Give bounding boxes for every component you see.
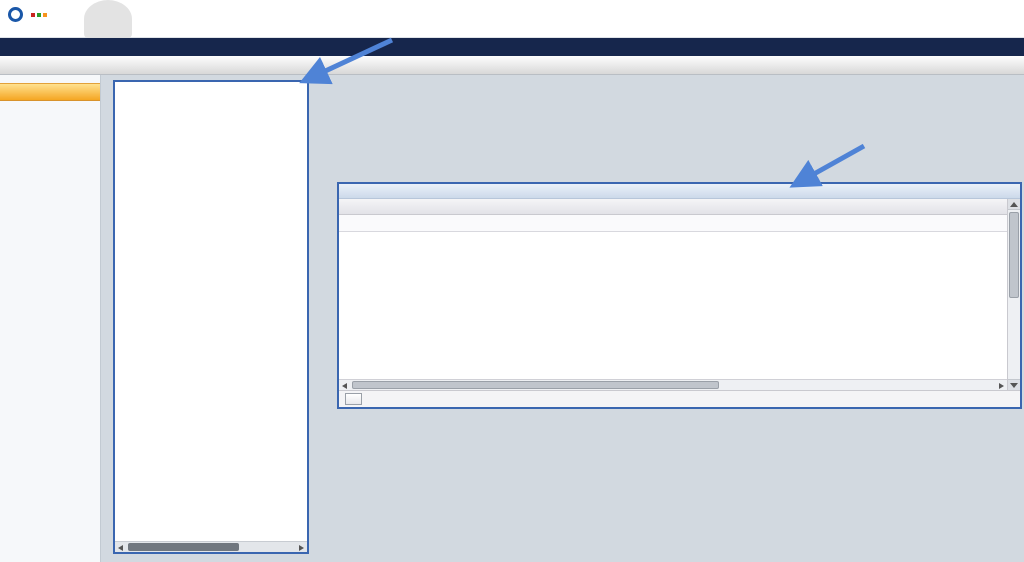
scroll-right-icon[interactable] [299,545,304,551]
scroll-right-icon[interactable] [999,383,1004,389]
menu-bar [0,56,1024,75]
navigation-tree [115,82,307,541]
table-vscroll-thumb[interactable] [1009,212,1019,298]
table-vertical-scrollbar[interactable] [1007,199,1020,390]
table-horizontal-scrollbar[interactable] [339,379,1007,390]
top-header [0,0,1024,38]
decorative-head-silhouette [84,0,132,38]
logo-dots-icon [29,9,47,20]
table-header-row [339,199,1007,215]
app-logo[interactable] [8,7,47,22]
pagination-bar [339,390,1020,407]
regular-tasks-header [0,83,100,101]
panel-header [339,184,1020,199]
logo-ring-icon [8,7,23,22]
panel-body [339,199,1020,390]
next-page-button[interactable] [345,393,362,405]
welcome-bar [0,38,1024,56]
scroll-left-icon[interactable] [342,383,347,389]
app-window [0,0,1024,562]
benefit-claim-applications-panel [337,182,1022,409]
claims-table [339,199,1007,390]
navigation-tree-panel [113,80,309,554]
scroll-up-icon[interactable] [1008,199,1020,210]
tree-horizontal-scrollbar[interactable] [115,541,307,552]
table-hscroll-thumb[interactable] [352,381,719,389]
scroll-left-icon[interactable] [118,545,123,551]
tree-scrollbar-thumb[interactable] [128,543,239,551]
sidebar [0,75,101,562]
scroll-down-icon[interactable] [1008,379,1020,390]
table-filter-row [339,215,1007,232]
table-body [339,232,1007,379]
